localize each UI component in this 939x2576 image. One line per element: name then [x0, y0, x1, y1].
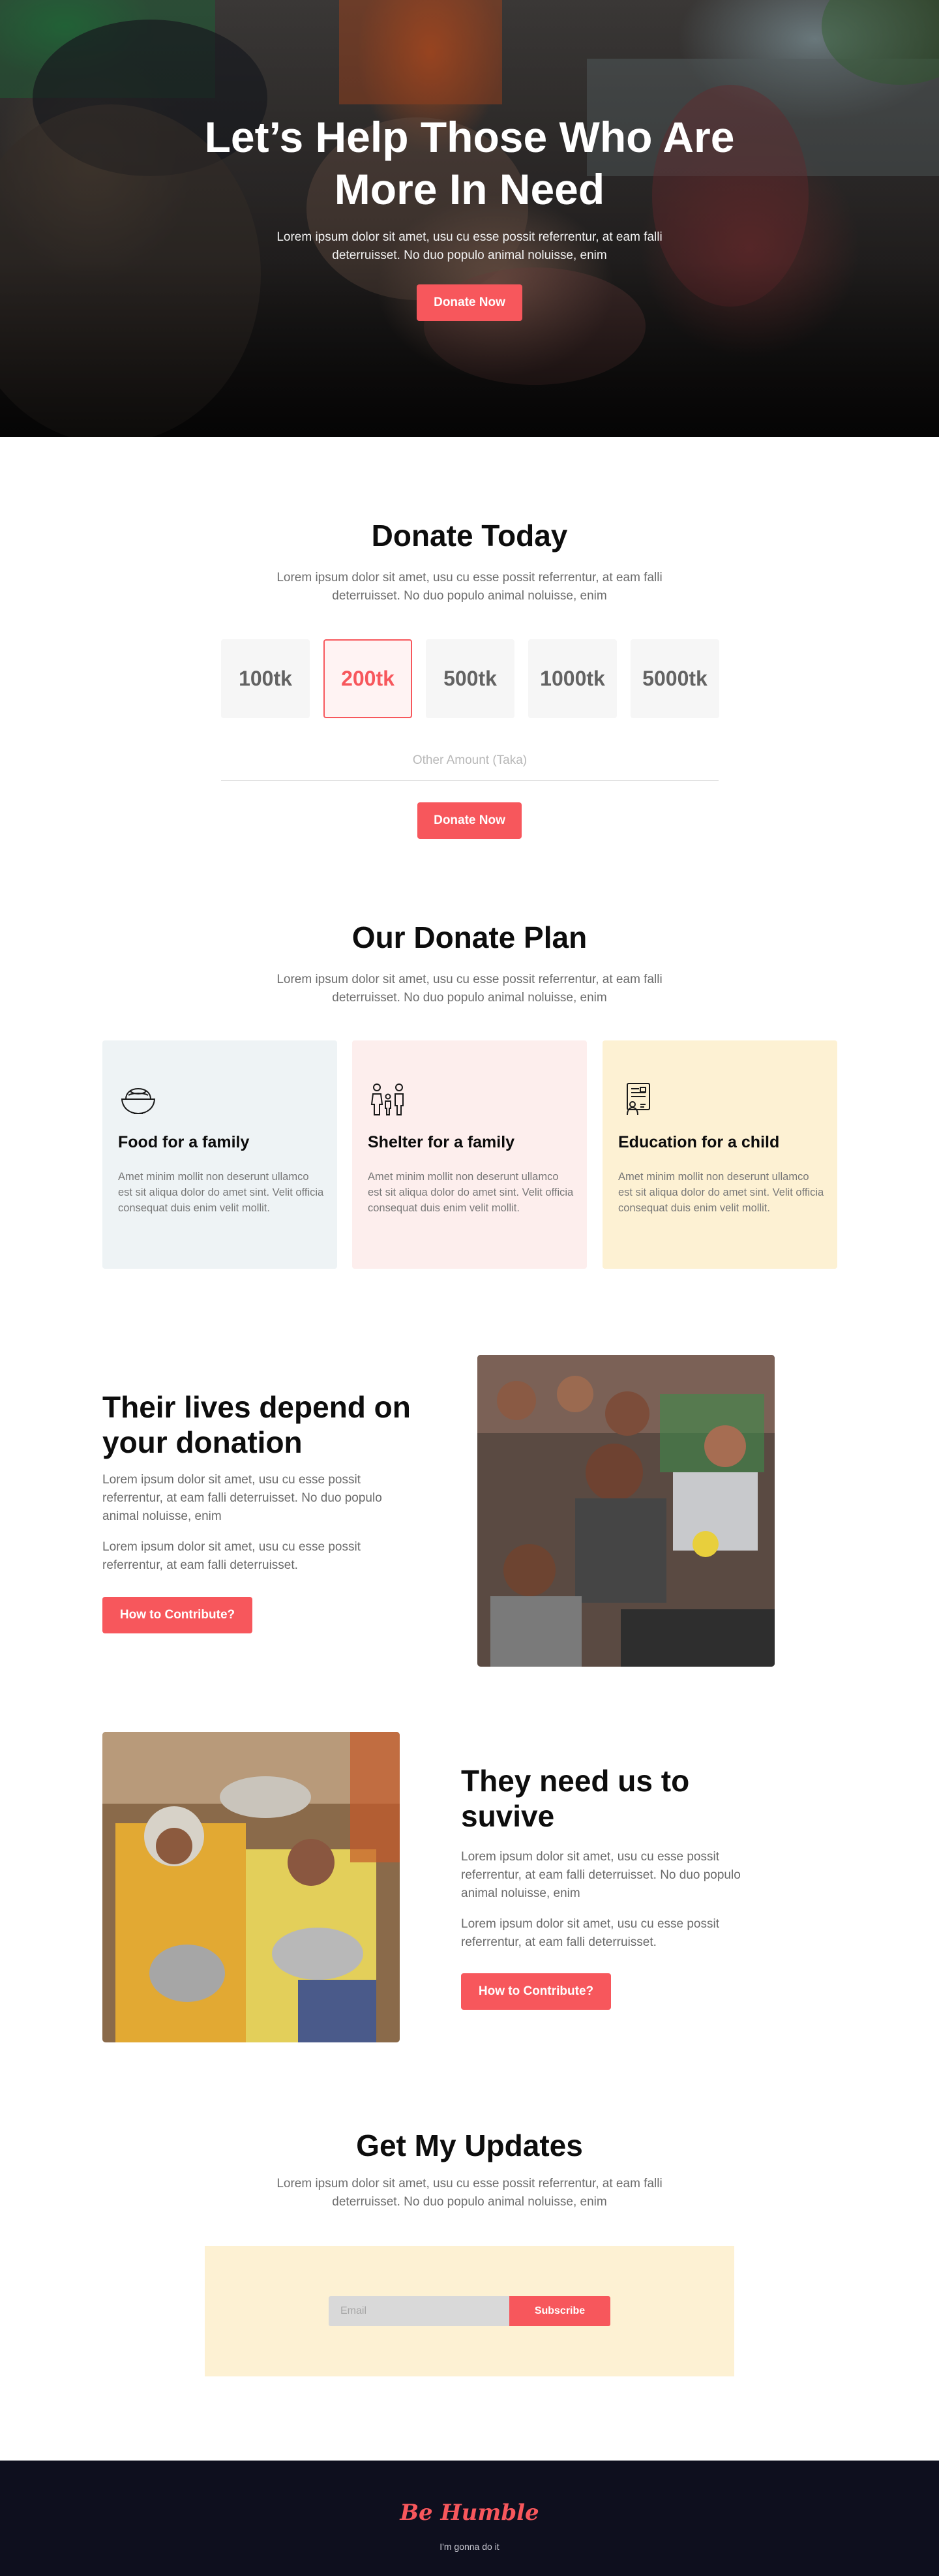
plan-card-text: Amet minim mollit non deserunt ullamco e…	[618, 1171, 824, 1214]
plan-card-title: Shelter for a family	[368, 1133, 515, 1151]
story2-title: They need us to suvive	[461, 1764, 690, 1833]
email-input[interactable]	[329, 2296, 509, 2326]
hero-title: Let’s Help Those Who Are More In Need	[204, 113, 735, 213]
women-photo	[102, 1732, 400, 2042]
hero-donate-button[interactable]: Donate Now	[417, 284, 522, 321]
education-icon	[627, 1083, 650, 1115]
plan-card-shelter[interactable]: Shelter for a family Amet minim mollit n…	[352, 1040, 587, 1269]
family-icon	[370, 1083, 404, 1115]
page: Let’s Help Those Who Are More In Need Lo…	[0, 0, 939, 2576]
updates-title: Get My Updates	[356, 2129, 583, 2162]
plan-card-text: Amet minim mollit non deserunt ullamco e…	[118, 1171, 324, 1214]
plan-card-title: Education for a child	[618, 1133, 780, 1151]
plan-title: Our Donate Plan	[351, 920, 588, 954]
story1-paragraph-1: Lorem ipsum dolor sit amet, usu cu esse …	[102, 1473, 382, 1523]
footer-logo[interactable]: Be Humble	[0, 2500, 939, 2526]
plan-card-text: Amet minim mollit non deserunt ullamco e…	[368, 1171, 574, 1214]
plan-card-food[interactable]: Food for a family Amet minim mollit non …	[102, 1040, 337, 1269]
food-bowl-icon	[121, 1087, 156, 1115]
story2-paragraph-1: Lorem ipsum dolor sit amet, usu cu esse …	[461, 1850, 741, 1900]
donate-today-title: Donate Today	[371, 519, 568, 553]
subscribe-button[interactable]: Subscribe	[509, 2296, 610, 2326]
subscribe-box: Subscribe	[205, 2246, 734, 2376]
donate-today-text: Lorem ipsum dolor sit amet, usu cu esse …	[276, 571, 663, 603]
story2-paragraph-2: Lorem ipsum dolor sit amet, usu cu esse …	[461, 1917, 720, 1949]
story1-contribute-button[interactable]: How to Contribute?	[102, 1597, 252, 1633]
story2-contribute-button[interactable]: How to Contribute?	[461, 1973, 611, 2010]
plan-card-title: Food for a family	[118, 1133, 250, 1151]
other-amount-input[interactable]	[221, 753, 719, 768]
amount-option-selected[interactable]: 200tk	[323, 639, 412, 718]
amount-option[interactable]: 5000tk	[631, 639, 719, 718]
crowd-photo	[477, 1355, 775, 1667]
amount-option[interactable]: 500tk	[426, 639, 514, 718]
hero-content: Let’s Help Those Who Are More In Need Lo…	[0, 111, 939, 321]
amount-option[interactable]: 1000tk	[528, 639, 617, 718]
updates-text: Lorem ipsum dolor sit amet, usu cu esse …	[276, 2177, 663, 2209]
plan-text: Lorem ipsum dolor sit amet, usu cu esse …	[276, 973, 663, 1005]
footer-tagline: I'm gonna do it	[440, 2541, 499, 2552]
hero-section: Let’s Help Those Who Are More In Need Lo…	[0, 0, 939, 437]
crowd-photo-illustration	[477, 1355, 775, 1667]
footer: Be Humble I'm gonna do it	[0, 2461, 939, 2576]
story1-paragraph-2: Lorem ipsum dolor sit amet, usu cu esse …	[102, 1540, 361, 1572]
other-amount-field	[221, 753, 719, 781]
amount-options: 100tk 200tk 500tk 1000tk 5000tk	[221, 639, 719, 718]
story1-title: Their lives depend on your donation	[102, 1390, 411, 1459]
hero-text: Lorem ipsum dolor sit amet, usu cu esse …	[276, 230, 663, 262]
donate-now-button[interactable]: Donate Now	[417, 802, 522, 839]
amount-option[interactable]: 100tk	[221, 639, 310, 718]
women-photo-illustration	[102, 1732, 400, 2042]
subscribe-form: Subscribe	[329, 2296, 610, 2326]
plan-card-education[interactable]: Education for a child Amet minim mollit …	[603, 1040, 837, 1269]
